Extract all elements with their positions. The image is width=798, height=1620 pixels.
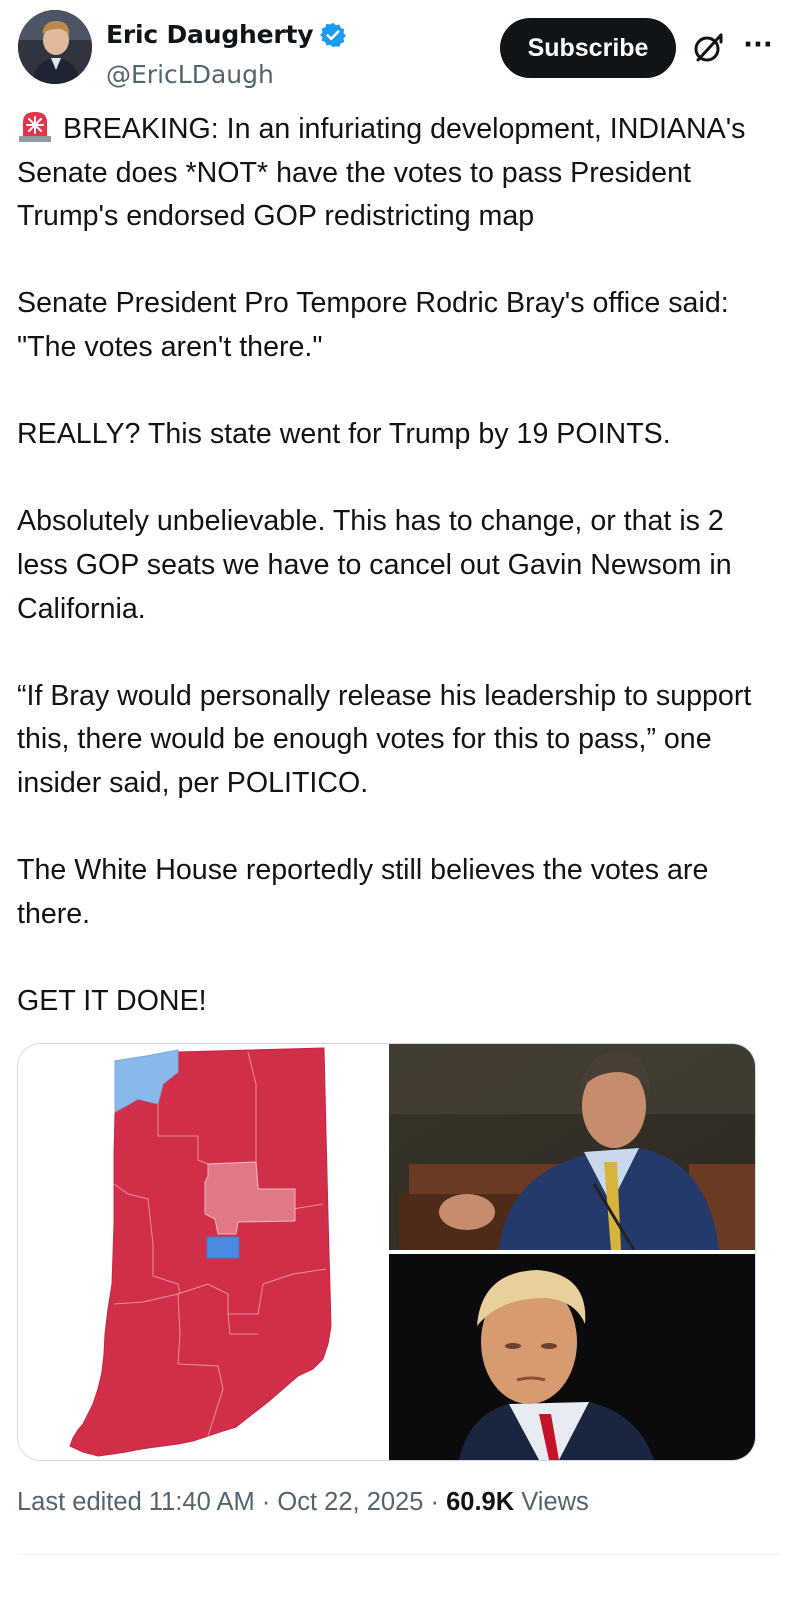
trump-portrait-photo [389,1254,755,1460]
post-paragraph: GET IT DONE! [17,984,207,1017]
post-footer: Last edited 11:40 AM · Oct 22, 2025 · 60… [17,1488,777,1517]
post-header: Eric Daugherty @EricLDaugh Subscribe ··· [18,10,778,89]
indiana-district-map [69,1047,332,1457]
more-icon[interactable]: ··· [738,28,778,68]
siren-emoji-icon [19,112,51,142]
post-text: BREAKING: In an infuriating development,… [17,108,777,1067]
subscribe-button[interactable]: Subscribe [500,18,676,78]
author-display-name[interactable]: Eric Daugherty [106,20,314,49]
avatar[interactable] [18,10,92,84]
post-paragraph: Senate President Pro Tempore Rodric Bray… [17,287,729,363]
post-paragraph: Absolutely unbelievable. This has to cha… [17,505,732,625]
post-paragraph: REALLY? This state went for Trump by 19 … [17,418,671,451]
divider [17,1554,781,1555]
map-district-shape [69,1047,332,1457]
map-district-shape [206,1236,240,1259]
separator: · [430,1488,440,1516]
verified-badge-icon [320,22,347,47]
author-name-row: Eric Daugherty [106,20,347,49]
indiana-map-image[interactable] [18,1044,387,1460]
post-time[interactable]: 11:40 AM [149,1488,255,1516]
author-handle[interactable]: @EricLDaugh [106,60,274,89]
post-paragraph: The White House reportedly still believe… [17,854,709,930]
avatar-image [18,10,92,84]
separator: · [261,1488,271,1516]
post-date[interactable]: Oct 22, 2025 [277,1488,423,1516]
post-paragraph: BREAKING: In an infuriating development,… [17,108,777,239]
man-in-suit-speaking-photo [389,1044,755,1250]
top-photo-image[interactable] [389,1044,755,1250]
post-paragraph: “If Bray would personally release his le… [17,679,752,799]
media-grid [17,1043,756,1461]
views-count: 60.9K [446,1488,515,1516]
bottom-photo-image[interactable] [389,1254,755,1460]
post-paragraph-text: BREAKING: In an infuriating development,… [17,113,746,233]
grok-icon[interactable] [690,30,726,66]
views-label: Views [521,1488,589,1516]
edited-label[interactable]: Last edited [17,1488,142,1516]
